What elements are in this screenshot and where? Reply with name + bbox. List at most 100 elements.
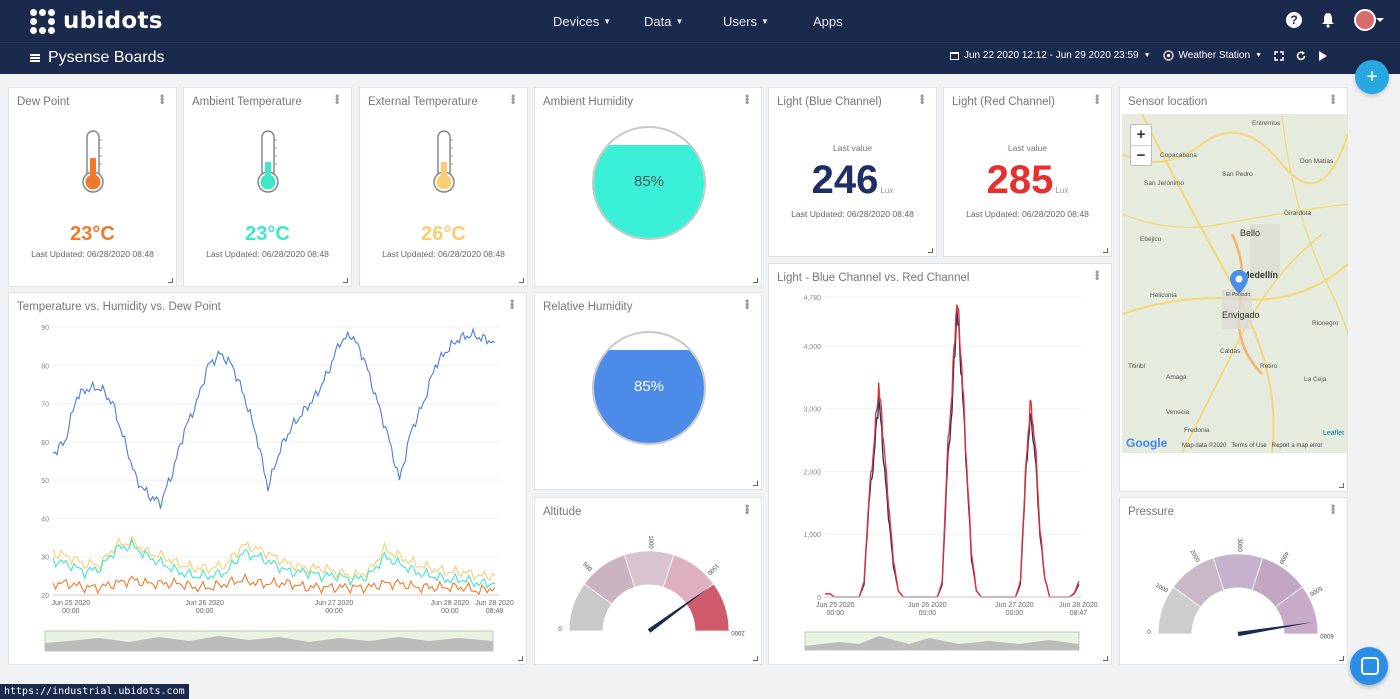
kebab-menu-icon[interactable]: ••• xyxy=(1326,94,1340,104)
add-widget-button[interactable]: + xyxy=(1355,60,1389,94)
map-marker-icon[interactable] xyxy=(1230,270,1248,294)
kebab-menu-icon[interactable]: ••• xyxy=(740,94,754,104)
chart-axis: 0 1,000 2,000 3,000 4,000 4,780 Jun 25 2020 00:… xyxy=(803,295,1097,617)
nav-data[interactable]: Data ▼ xyxy=(644,0,683,42)
widget-title: Light (Blue Channel) xyxy=(777,96,882,108)
resize-handle[interactable] xyxy=(343,278,348,283)
nav-devices[interactable]: Devices ▼ xyxy=(553,0,611,42)
chart-lines xyxy=(52,327,496,596)
widget-ambient-humidity[interactable]: Ambient Humidity ••• 85% xyxy=(534,87,762,287)
y-tick-label: 90 xyxy=(41,325,49,332)
ambient-humidity-value: 85% xyxy=(633,173,665,190)
x-tick-label: Jun 26 2020 00:00 xyxy=(185,600,224,615)
board-title-text: Pysense Boards xyxy=(48,49,165,66)
y-tick-label: 60 xyxy=(41,440,49,447)
widget-external-temperature[interactable]: External Temperature ••• 26°C Last Updat… xyxy=(359,87,528,287)
device-icon xyxy=(1162,50,1174,61)
widget-temp-humidity-chart[interactable]: Temperature vs. Humidity vs. Dew Point •… xyxy=(8,292,527,665)
y-tick-label: 3,000 xyxy=(803,407,821,414)
map-place-label: Titiribí xyxy=(1128,363,1146,370)
resize-handle[interactable] xyxy=(519,278,524,283)
map-attribution[interactable]: Map data ©2020 Terms of Use Report a map… xyxy=(1182,443,1322,449)
light-blue-value: 246 Lux xyxy=(769,158,936,203)
map-place-label: Copacabana xyxy=(1160,152,1197,159)
widget-light-red[interactable]: Light (Red Channel) ••• Last value 285 Lu… xyxy=(943,87,1112,257)
kebab-menu-icon[interactable]: ••• xyxy=(506,94,520,104)
pressure-gauge: 0 1000 2000 3000 4000 5000 6000 xyxy=(1147,538,1333,638)
date-range-text: Jun 22 2020 12:12 - Jun 29 2020 23:59 xyxy=(964,50,1139,61)
map-place-label: Girardota xyxy=(1284,210,1312,217)
bell-icon[interactable] xyxy=(1320,12,1336,28)
gauge-tick-label: 2000 xyxy=(1188,549,1200,564)
sensor-map[interactable]: Entrerrios Copacabana San Jerónimo San P… xyxy=(1122,114,1348,453)
x-tick-label: Jun 27 2020 00:00 xyxy=(995,602,1034,617)
resize-handle[interactable] xyxy=(928,248,933,253)
zoom-out-button[interactable]: − xyxy=(1131,145,1151,165)
resize-handle[interactable] xyxy=(1103,656,1108,661)
chevron-down-icon: ▼ xyxy=(1255,52,1262,59)
map-zoom-control: + − xyxy=(1130,124,1152,166)
widget-relative-humidity[interactable]: Relative Humidity ••• 85% xyxy=(534,292,762,490)
kebab-menu-icon[interactable]: ••• xyxy=(740,299,754,309)
resize-handle[interactable] xyxy=(518,656,523,661)
brand-name: ubidots xyxy=(63,8,163,34)
kebab-menu-icon[interactable]: ••• xyxy=(915,94,929,104)
thermometer-icon xyxy=(256,130,279,193)
widget-title: Sensor location xyxy=(1128,96,1208,108)
x-tick-label: Jun 28 2020 08:47 xyxy=(1059,602,1098,617)
dew-point-value: 23°C xyxy=(70,223,115,245)
resize-handle[interactable] xyxy=(753,656,758,661)
widget-light-chart[interactable]: Light - Blue Channel vs. Red Channel •••… xyxy=(768,263,1112,665)
widget-ambient-temperature[interactable]: Ambient Temperature ••• 23°C Last Update… xyxy=(183,87,352,287)
altitude-gauge: 0 500 1000 1500 2000 xyxy=(558,535,744,635)
ubidots-logo[interactable]: ubidots xyxy=(30,7,163,35)
light-line-chart[interactable]: 0 1,000 2,000 3,000 4,000 4,780 Jun 25 2020 00:… xyxy=(769,264,1113,666)
menu-icon[interactable] xyxy=(30,54,40,62)
chat-support-icon[interactable] xyxy=(1350,647,1388,685)
gauge-tick-label: 1500 xyxy=(705,562,719,576)
resize-handle[interactable] xyxy=(753,278,758,283)
map-place-label: Caldas xyxy=(1220,348,1241,355)
board-title[interactable]: Pysense Boards xyxy=(30,49,165,67)
chart-lines xyxy=(824,304,1080,598)
kebab-menu-icon[interactable]: ••• xyxy=(330,94,344,104)
y-tick-label: 30 xyxy=(41,555,49,562)
light-blue-number: 246 xyxy=(811,158,879,202)
map-place-label: Don Matías xyxy=(1300,158,1334,165)
external-temperature-value: 26°C xyxy=(421,223,466,245)
kebab-menu-icon[interactable]: ••• xyxy=(1090,94,1104,104)
resize-handle[interactable] xyxy=(168,278,173,283)
help-icon[interactable]: ? xyxy=(1286,12,1302,28)
resize-handle[interactable] xyxy=(1103,248,1108,253)
series-line xyxy=(825,308,1080,598)
widget-altitude[interactable]: Altitude ••• 0 500 1000 1500 2000 xyxy=(534,497,762,665)
fullscreen-icon[interactable] xyxy=(1274,50,1284,61)
gauge-tick-label: 3000 xyxy=(1236,538,1242,552)
resize-handle[interactable] xyxy=(1339,483,1344,488)
resize-handle[interactable] xyxy=(753,481,758,486)
play-icon[interactable] xyxy=(1318,50,1328,61)
widget-dew-point[interactable]: Dew Point ••• 23°C Last Updated: 06/28/2… xyxy=(8,87,177,287)
temp-humidity-line-chart[interactable]: 20 30 40 50 60 70 80 90 Jun 25 2020 00:00 Jun 26 2… xyxy=(9,293,528,666)
resize-handle[interactable] xyxy=(1339,656,1344,661)
widget-title: Ambient Humidity xyxy=(543,96,634,108)
leaflet-link[interactable]: Leaflet xyxy=(1323,430,1344,437)
widget-pressure[interactable]: Pressure ••• 0 1000 2000 3000 4000 5000 6000 xyxy=(1119,497,1348,665)
date-range-picker[interactable]: Jun 22 2020 12:12 - Jun 29 2020 23:59 ▼ xyxy=(950,50,1151,61)
widget-light-blue[interactable]: Light (Blue Channel) ••• Last value 246 L… xyxy=(768,87,937,257)
last-updated: Last Updated: 06/28/2020 08:48 xyxy=(206,249,329,259)
device-selector[interactable]: Weather Station ▼ xyxy=(1162,50,1262,61)
nav-apps[interactable]: Apps xyxy=(813,0,843,42)
widget-sensor-location[interactable]: Sensor location ••• Entrerrios Copacaban… xyxy=(1119,87,1348,492)
nav-users[interactable]: Users ▼ xyxy=(723,0,769,42)
refresh-icon[interactable] xyxy=(1296,50,1306,61)
last-updated: Last Updated: 06/28/2020 08:48 xyxy=(382,249,505,259)
series-line xyxy=(824,304,1080,598)
avatar[interactable] xyxy=(1354,9,1384,31)
map-place-label: Entrerrios xyxy=(1252,120,1281,127)
humidity-fill xyxy=(594,349,704,443)
kebab-menu-icon[interactable]: ••• xyxy=(155,94,169,104)
zoom-in-button[interactable]: + xyxy=(1131,125,1151,145)
widget-title: External Temperature xyxy=(368,96,478,108)
x-tick-label: Jun 25 2020 00:00 xyxy=(52,600,91,615)
